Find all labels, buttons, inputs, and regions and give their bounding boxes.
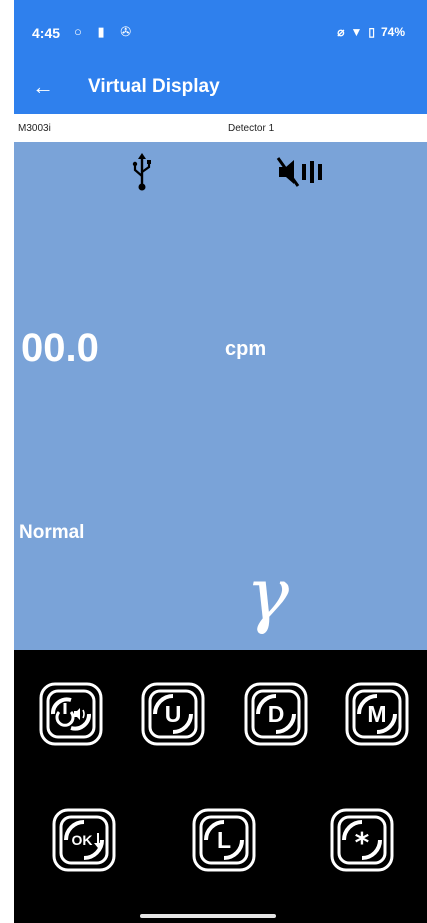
reading-unit: cpm bbox=[225, 338, 267, 360]
power-speaker-button[interactable] bbox=[38, 681, 104, 747]
star-cycle-icon: * bbox=[330, 808, 394, 872]
light-cycle-icon: L bbox=[192, 808, 256, 872]
down-button[interactable]: D bbox=[243, 681, 309, 747]
model-label: M3003i bbox=[18, 123, 51, 134]
alarm-status: Normal bbox=[19, 522, 85, 543]
ok-key-label: OK bbox=[72, 832, 93, 848]
star-button[interactable]: * bbox=[329, 807, 395, 873]
mode-button[interactable]: M bbox=[344, 681, 410, 747]
home-indicator[interactable] bbox=[140, 914, 276, 918]
alarm-off-icon: ⌀ bbox=[337, 25, 345, 39]
ok-cycle-icon: OK bbox=[52, 808, 116, 872]
down-key-label: D bbox=[268, 701, 285, 727]
down-cycle-icon: D bbox=[244, 682, 308, 746]
mode-key-label: M bbox=[367, 701, 386, 727]
device-info-row: M3003i Detector 1 bbox=[14, 114, 427, 142]
wifi-icon: ▼ bbox=[350, 25, 363, 39]
light-key-label: L bbox=[217, 827, 231, 853]
gamma-symbol: γ bbox=[246, 552, 290, 636]
status-bar: 4:45 ○ ▮ ✇ ⌀ ▼ ▯ 74% bbox=[14, 0, 427, 62]
virtual-display-screen: 00.0 cpm Normal γ bbox=[14, 142, 427, 650]
up-key-label: U bbox=[165, 701, 182, 727]
ok-button[interactable]: OK bbox=[51, 807, 117, 873]
app-bar: ← Virtual Display bbox=[14, 62, 427, 114]
app-frame: 4:45 ○ ▮ ✇ ⌀ ▼ ▯ 74% ← Virtual Display M… bbox=[14, 0, 427, 923]
light-button[interactable]: L bbox=[191, 807, 257, 873]
status-time: 4:45 bbox=[32, 25, 61, 41]
up-button[interactable]: U bbox=[140, 681, 206, 747]
mode-cycle-icon: M bbox=[345, 682, 409, 746]
detector-label: Detector 1 bbox=[228, 123, 275, 134]
battery-icon: ▯ bbox=[368, 25, 375, 39]
back-arrow-icon[interactable]: ← bbox=[32, 74, 58, 100]
keypad: U D M OK L * bbox=[14, 650, 427, 923]
star-key-label: * bbox=[355, 826, 370, 859]
up-cycle-icon: U bbox=[141, 682, 205, 746]
reading-value: 00.0 bbox=[21, 326, 99, 370]
usb-icon bbox=[132, 153, 151, 191]
notification-icons: ○ ▮ ✇ bbox=[74, 24, 138, 39]
vibrate-mute-icon bbox=[276, 157, 322, 187]
page-title: Virtual Display bbox=[88, 76, 220, 97]
system-icons: ⌀ ▼ ▯ 74% bbox=[337, 25, 405, 39]
power-speaker-icon bbox=[39, 682, 103, 746]
battery-percent: 74% bbox=[380, 25, 405, 39]
